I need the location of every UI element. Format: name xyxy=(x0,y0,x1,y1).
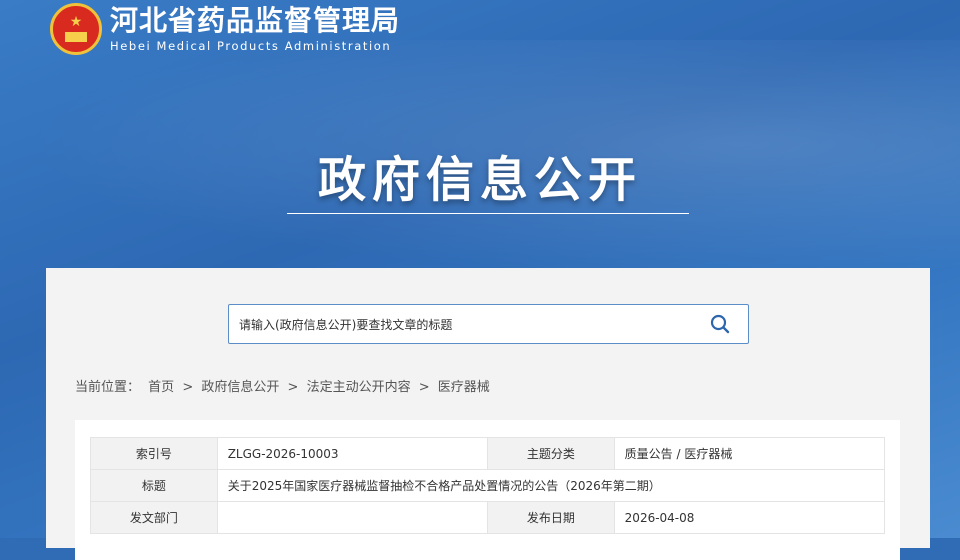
date-label: 发布日期 xyxy=(486,501,615,534)
site-name-en: Hebei Medical Products Administration xyxy=(110,39,392,53)
topic-value: 质量公告 / 医疗器械 xyxy=(613,437,886,470)
index-label: 索引号 xyxy=(90,437,218,470)
dept-label: 发文部门 xyxy=(90,501,218,534)
info-card: 索引号 ZLGG-2026-10003 主题分类 质量公告 / 医疗器械 标题 … xyxy=(75,420,900,560)
breadcrumb: 当前位置： 首页 > 政府信息公开 > 法定主动公开内容 > 医疗器械 xyxy=(75,376,494,395)
dept-value xyxy=(216,501,488,534)
table-row: 发文部门 发布日期 2026-04-08 xyxy=(90,501,886,534)
breadcrumb-prefix: 当前位置： xyxy=(75,380,141,395)
breadcrumb-gov-info[interactable]: 政府信息公开 xyxy=(201,380,279,395)
breadcrumb-statutory[interactable]: 法定主动公开内容 xyxy=(307,380,411,395)
content-panel: 请输入(政府信息公开)要查找文章的标题 当前位置： 首页 > 政府信息公开 > … xyxy=(46,268,930,560)
info-table: 索引号 ZLGG-2026-10003 主题分类 质量公告 / 医疗器械 标题 … xyxy=(90,437,886,534)
site-logo[interactable]: ★ 河北省药品监督管理局 Hebei Medical Products Admi… xyxy=(50,3,400,55)
banner-title: 政府信息公开 xyxy=(317,152,642,208)
breadcrumb-home[interactable]: 首页 xyxy=(148,380,174,395)
search-input[interactable]: 请输入(政府信息公开)要查找文章的标题 xyxy=(228,304,749,344)
breadcrumb-medical-devices[interactable]: 医疗器械 xyxy=(438,380,490,395)
table-row: 索引号 ZLGG-2026-10003 主题分类 质量公告 / 医疗器械 xyxy=(90,437,886,470)
index-value: ZLGG-2026-10003 xyxy=(216,437,488,470)
search-placeholder: 请输入(政府信息公开)要查找文章的标题 xyxy=(239,317,453,332)
table-row: 标题 关于2025年国家医疗器械监督抽检不合格产品处置情况的公告（2026年第二… xyxy=(90,469,886,502)
national-emblem-icon: ★ xyxy=(50,3,102,55)
title-label: 标题 xyxy=(90,469,218,502)
date-value: 2026-04-08 xyxy=(613,501,886,534)
site-name-cn: 河北省药品监督管理局 xyxy=(110,4,401,37)
breadcrumb-separator: > xyxy=(418,380,430,395)
topic-label: 主题分类 xyxy=(486,437,615,470)
title-value: 关于2025年国家医疗器械监督抽检不合格产品处置情况的公告（2026年第二期） xyxy=(216,469,886,502)
search-icon[interactable] xyxy=(710,314,730,334)
banner-divider xyxy=(287,213,689,214)
breadcrumb-separator: > xyxy=(287,380,299,395)
breadcrumb-separator: > xyxy=(182,380,194,395)
